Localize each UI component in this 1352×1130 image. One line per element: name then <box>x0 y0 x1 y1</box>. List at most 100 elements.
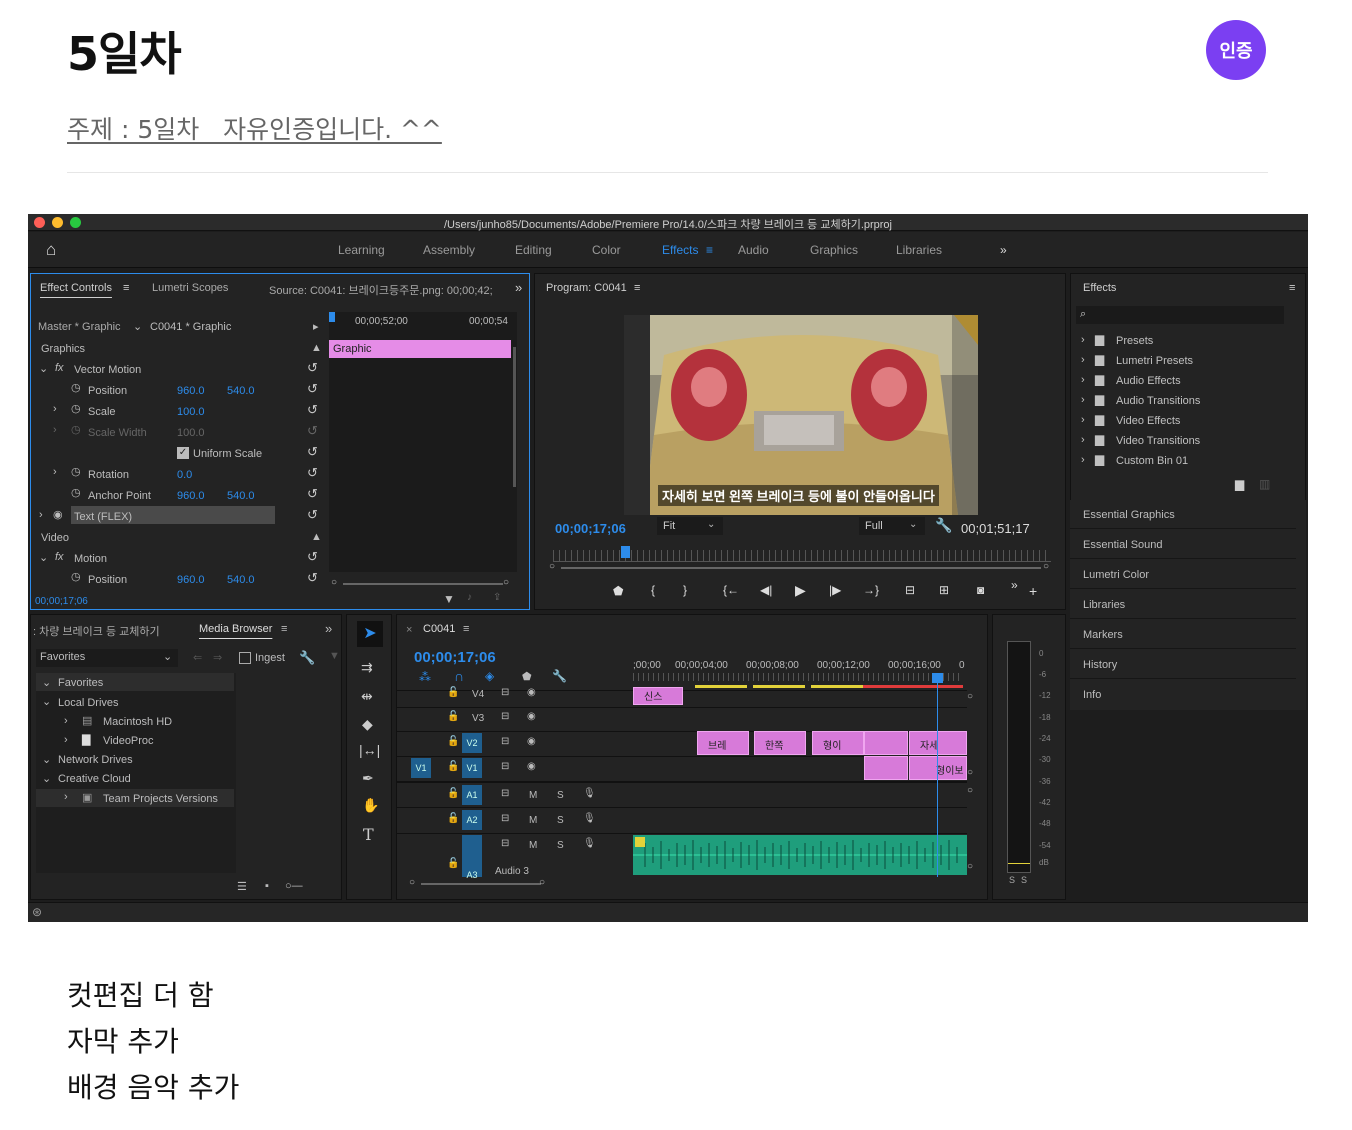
solo-right-button[interactable]: S <box>1021 875 1027 885</box>
expand-arrow-icon[interactable]: › <box>1081 434 1085 446</box>
clip-v2-3[interactable]: 형이 <box>812 731 864 755</box>
effects-item-lumetri-presets[interactable]: Lumetri Presets <box>1116 355 1193 367</box>
microphone-icon[interactable]: 🎙 <box>583 788 596 799</box>
effects-item-audio-transitions[interactable]: Audio Transitions <box>1116 395 1200 407</box>
timeline-tab[interactable]: C0041 <box>423 623 455 635</box>
reset-icon[interactable]: ↺ <box>307 360 318 376</box>
workspace-color[interactable]: Color <box>592 243 621 257</box>
scale-value[interactable]: 100.0 <box>177 406 205 418</box>
workspace-editing[interactable]: Editing <box>515 243 552 257</box>
clip-v4[interactable]: 신스 <box>633 687 683 705</box>
linked-selection-icon[interactable]: ◈ <box>485 669 494 683</box>
sequence-clip[interactable]: C0041 * Graphic <box>150 321 231 333</box>
eye-icon[interactable]: ◉ <box>53 508 63 521</box>
workspace-effects[interactable]: Effects <box>662 243 698 257</box>
panel-lumetri-color[interactable]: Lumetri Color <box>1070 560 1296 589</box>
tree-favorites[interactable]: Favorites <box>58 677 103 689</box>
step-back-icon[interactable]: ◀| <box>760 583 772 597</box>
lift-icon[interactable]: ⊟ <box>905 583 915 597</box>
program-timecode[interactable]: 00;00;17;06 <box>555 521 626 536</box>
verification-badge[interactable]: 인증 <box>1206 20 1266 80</box>
panel-markers[interactable]: Markers <box>1070 620 1296 649</box>
tree-creative-cloud[interactable]: Creative Cloud <box>58 773 131 785</box>
expand-arrow-icon[interactable]: › <box>1081 454 1085 466</box>
sync-lock-icon[interactable]: ⊟ <box>501 711 509 722</box>
track-label-v2[interactable]: V2 <box>462 733 482 753</box>
track-label-v1[interactable]: V1 <box>462 758 482 778</box>
wrench-icon[interactable]: 🔧 <box>299 650 315 666</box>
expand-arrow-icon[interactable]: › <box>53 403 57 415</box>
expand-arrow-icon[interactable]: › <box>64 791 68 803</box>
eye-icon[interactable]: ◉ <box>527 711 536 722</box>
expand-arrow-icon[interactable]: › <box>39 509 43 521</box>
timeline-zoom-bar[interactable] <box>421 883 541 885</box>
effects-search-input[interactable]: ⌕ <box>1076 306 1284 324</box>
master-clip[interactable]: Master * Graphic <box>38 321 121 333</box>
clip-v2-5[interactable]: 자세 <box>909 731 967 755</box>
graphic-clip-bar[interactable]: Graphic <box>329 340 511 358</box>
effects-title[interactable]: Effects <box>1083 282 1116 294</box>
expand-arrow-icon[interactable]: › <box>1081 414 1085 426</box>
favorites-dropdown[interactable]: Favorites <box>36 649 178 667</box>
slip-tool-icon[interactable]: |↔| <box>359 742 380 758</box>
tree-videoproc[interactable]: VideoProc <box>103 735 154 747</box>
expand-arrow-icon[interactable]: › <box>1081 334 1085 346</box>
program-title[interactable]: Program: C0041 <box>546 282 627 294</box>
track-label-a3[interactable]: A3 <box>462 835 482 880</box>
audio-clip-a3[interactable] <box>633 835 967 875</box>
tree-network-drives[interactable]: Network Drives <box>58 754 133 766</box>
effects-item-presets[interactable]: Presets <box>1116 335 1153 347</box>
eye-icon[interactable]: ◉ <box>527 687 536 698</box>
expand-arrow-icon[interactable]: › <box>53 466 57 478</box>
filter-icon[interactable]: ▼ <box>443 592 455 606</box>
reset-icon[interactable]: ↺ <box>307 570 318 586</box>
camera-icon[interactable]: ◙ <box>977 583 984 597</box>
workspace-graphics[interactable]: Graphics <box>810 243 858 257</box>
stopwatch-icon[interactable]: ◷ <box>71 486 81 499</box>
panel-info[interactable]: Info <box>1070 680 1296 709</box>
ec-scrollbar[interactable] <box>513 347 516 487</box>
mute-button[interactable]: M <box>529 815 537 826</box>
panel-history[interactable]: History <box>1070 650 1296 679</box>
sync-lock-icon[interactable]: ⊟ <box>501 838 509 849</box>
ingest-checkbox[interactable] <box>239 652 251 664</box>
reset-icon[interactable]: ↺ <box>307 486 318 502</box>
position-y[interactable]: 540.0 <box>227 385 255 397</box>
new-bin-icon[interactable]: ▆ <box>1235 477 1244 491</box>
zoom-handle-icon[interactable]: ○ <box>503 577 509 588</box>
collapse-icon[interactable]: ▲ <box>311 342 322 354</box>
type-tool-icon[interactable]: T <box>363 825 374 844</box>
timeline-ruler-ticks[interactable] <box>633 673 963 681</box>
expand-arrow-icon[interactable]: › <box>64 715 68 727</box>
expand-arrow-icon[interactable]: › <box>1081 354 1085 366</box>
panel-essential-sound[interactable]: Essential Sound <box>1070 530 1296 559</box>
panel-menu-icon[interactable]: ≡ <box>634 282 640 294</box>
clip-v2-4[interactable] <box>864 731 908 755</box>
position-x[interactable]: 960.0 <box>177 385 205 397</box>
tree-team-projects[interactable]: Team Projects Versions <box>103 793 218 805</box>
go-to-in-icon[interactable]: {← <box>723 583 739 597</box>
mute-button[interactable]: M <box>529 840 537 851</box>
selection-tool-icon[interactable]: ➤ <box>357 621 383 647</box>
reset-icon[interactable]: ↺ <box>307 381 318 397</box>
mute-button[interactable]: M <box>529 790 537 801</box>
mark-in-icon[interactable]: { <box>651 583 655 597</box>
more-workspaces-icon[interactable]: » <box>1000 243 1007 257</box>
tab-effect-controls[interactable]: Effect Controls <box>40 282 112 294</box>
go-to-out-icon[interactable]: →} <box>863 583 879 597</box>
expand-arrow-icon[interactable]: ⌄ <box>42 772 51 785</box>
close-icon[interactable]: × <box>406 624 412 636</box>
effects-item-audio-effects[interactable]: Audio Effects <box>1116 375 1181 387</box>
effects-item-video-effects[interactable]: Video Effects <box>1116 415 1180 427</box>
timeline-playhead[interactable] <box>932 673 943 683</box>
eye-icon[interactable]: ◉ <box>527 761 536 772</box>
effects-item-video-transitions[interactable]: Video Transitions <box>1116 435 1200 447</box>
lock-icon[interactable]: 🔓 <box>447 788 459 799</box>
extract-icon[interactable]: ⊞ <box>939 583 949 597</box>
track-label-v3[interactable]: V3 <box>472 713 484 724</box>
expand-arrow-icon[interactable]: ⌄ <box>42 695 51 708</box>
zoom-handle-icon[interactable]: ○ <box>549 561 555 572</box>
sync-lock-icon[interactable]: ⊟ <box>501 761 509 772</box>
tree-local-drives[interactable]: Local Drives <box>58 697 119 709</box>
home-icon[interactable]: ⌂ <box>46 240 66 259</box>
